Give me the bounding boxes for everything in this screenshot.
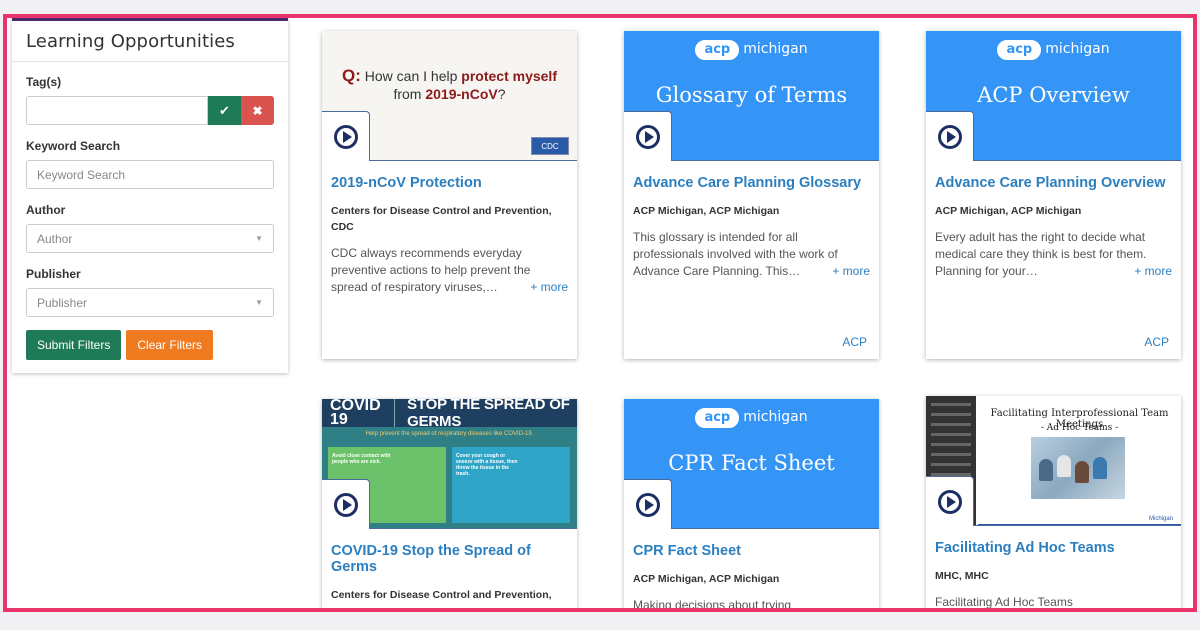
thumbnail-title: Glossary of Terms [655, 83, 848, 107]
card-description: This glossary is intended for all profes… [633, 230, 870, 280]
play-button[interactable] [624, 111, 672, 161]
card-thumbnail: Q: How can I help protect myself from 20… [322, 31, 577, 161]
card-thumbnail: COVID 19 STOP THE SPREAD OF GERMS Help p… [322, 399, 577, 529]
play-icon [635, 124, 660, 149]
play-button[interactable] [322, 111, 370, 161]
card-thumbnail: acp michigan ACP Overview [926, 31, 1181, 161]
confirm-tags-button[interactable]: ✔ [208, 96, 241, 125]
card-author: ACP Michigan, ACP Michigan [633, 573, 780, 585]
card-title[interactable]: CPR Fact Sheet [633, 543, 870, 559]
more-link[interactable]: + more [530, 279, 568, 296]
play-icon [937, 489, 962, 514]
chevron-down-icon: ▼ [255, 298, 263, 307]
michigan-logo: Michigan [1148, 516, 1173, 522]
keyword-search-input[interactable]: Keyword Search [26, 160, 274, 189]
card-tag[interactable]: ACP [1144, 335, 1169, 349]
author-value: Author [37, 231, 73, 246]
card-title[interactable]: 2019-nCoV Protection [331, 175, 568, 191]
thumbnail-title: ACP Overview [977, 83, 1130, 107]
tags-input[interactable] [26, 96, 208, 125]
submit-filters-button[interactable]: Submit Filters [26, 330, 122, 360]
card-title[interactable]: Advance Care Planning Overview [935, 175, 1172, 191]
course-card[interactable]: Q: How can I help protect myself from 20… [322, 31, 577, 359]
sidebar-title: Learning Opportunities [12, 21, 288, 62]
card-description: Every adult has the right to decide what… [935, 230, 1172, 280]
filter-sidebar: Learning Opportunities Tag(s) ✔ ✖ Keywor… [12, 18, 288, 373]
card-thumbnail: Facilitating Interprofessional Team Meet… [926, 396, 1181, 526]
thumbnail-header: COVID 19 STOP THE SPREAD OF GERMS [322, 399, 577, 430]
play-button[interactable] [322, 479, 370, 529]
tags-label: Tag(s) [26, 75, 62, 89]
thumbnail-title: CPR Fact Sheet [668, 451, 835, 475]
card-author: MHC, MHC [935, 570, 989, 582]
author-select[interactable]: Author ▼ [26, 224, 274, 253]
card-title[interactable]: Facilitating Ad Hoc Teams [935, 540, 1172, 556]
publisher-select[interactable]: Publisher ▼ [26, 288, 274, 317]
cdc-logo-icon: CDC [531, 137, 569, 155]
clear-tags-button[interactable]: ✖ [241, 96, 274, 125]
card-thumbnail: acp michigan CPR Fact Sheet [624, 399, 879, 529]
close-icon: ✖ [252, 103, 263, 118]
author-label: Author [26, 203, 66, 217]
team-meeting-photo [1031, 437, 1125, 499]
clear-filters-button[interactable]: Clear Filters [126, 330, 214, 360]
card-description: Facilitating Ad Hoc Teams [935, 595, 1073, 609]
course-card[interactable]: acp michigan ACP Overview Advance Care Pl… [926, 31, 1181, 359]
card-author: ACP Michigan, ACP Michigan [935, 205, 1082, 217]
card-author: ACP Michigan, ACP Michigan [633, 205, 780, 217]
keyword-placeholder: Keyword Search [37, 167, 126, 182]
play-icon [937, 124, 962, 149]
thumbnail-question: Q: How can I help protect myself from 20… [342, 66, 557, 103]
check-icon: ✔ [219, 102, 230, 118]
acp-michigan-logo: acp michigan [624, 408, 879, 428]
card-thumbnail: acp michigan Glossary of Terms [624, 31, 879, 161]
page-frame: Learning Opportunities Tag(s) ✔ ✖ Keywor… [3, 14, 1197, 612]
tags-row: ✔ ✖ [26, 96, 274, 125]
publisher-label: Publisher [26, 267, 81, 281]
publisher-value: Publisher [37, 295, 88, 310]
course-card[interactable]: COVID 19 STOP THE SPREAD OF GERMS Help p… [322, 399, 577, 608]
card-title[interactable]: Advance Care Planning Glossary [633, 175, 870, 191]
card-tag[interactable]: ACP [842, 335, 867, 349]
card-author: Centers for Disease Control and Preventi… [331, 589, 552, 601]
more-link[interactable]: + more [1134, 263, 1172, 280]
course-card[interactable]: Facilitating Interprofessional Team Meet… [926, 396, 1181, 609]
play-icon [333, 124, 358, 149]
more-link[interactable]: + more [832, 263, 870, 280]
card-description: CDC always recommends everyday preventiv… [331, 246, 568, 296]
keyword-label: Keyword Search [26, 139, 121, 153]
play-button[interactable] [926, 476, 974, 526]
play-icon [333, 492, 358, 517]
chevron-down-icon: ▼ [255, 234, 263, 243]
play-button[interactable] [624, 479, 672, 529]
course-card[interactable]: acp michigan Glossary of Terms Advance Ca… [624, 31, 879, 359]
acp-michigan-logo: acp michigan [624, 40, 879, 60]
play-icon [635, 492, 660, 517]
thumbnail-subtitle: - Ad Hoc Teams - [1040, 423, 1119, 433]
acp-michigan-logo: acp michigan [926, 40, 1181, 60]
card-author: Centers for Disease Control and Preventi… [331, 205, 552, 233]
card-description: Making decisions about trying [633, 598, 792, 612]
card-title[interactable]: COVID-19 Stop the Spread of Germs [331, 543, 568, 575]
course-card[interactable]: acp michigan CPR Fact Sheet CPR Fact Shee… [624, 399, 879, 612]
play-button[interactable] [926, 111, 974, 161]
